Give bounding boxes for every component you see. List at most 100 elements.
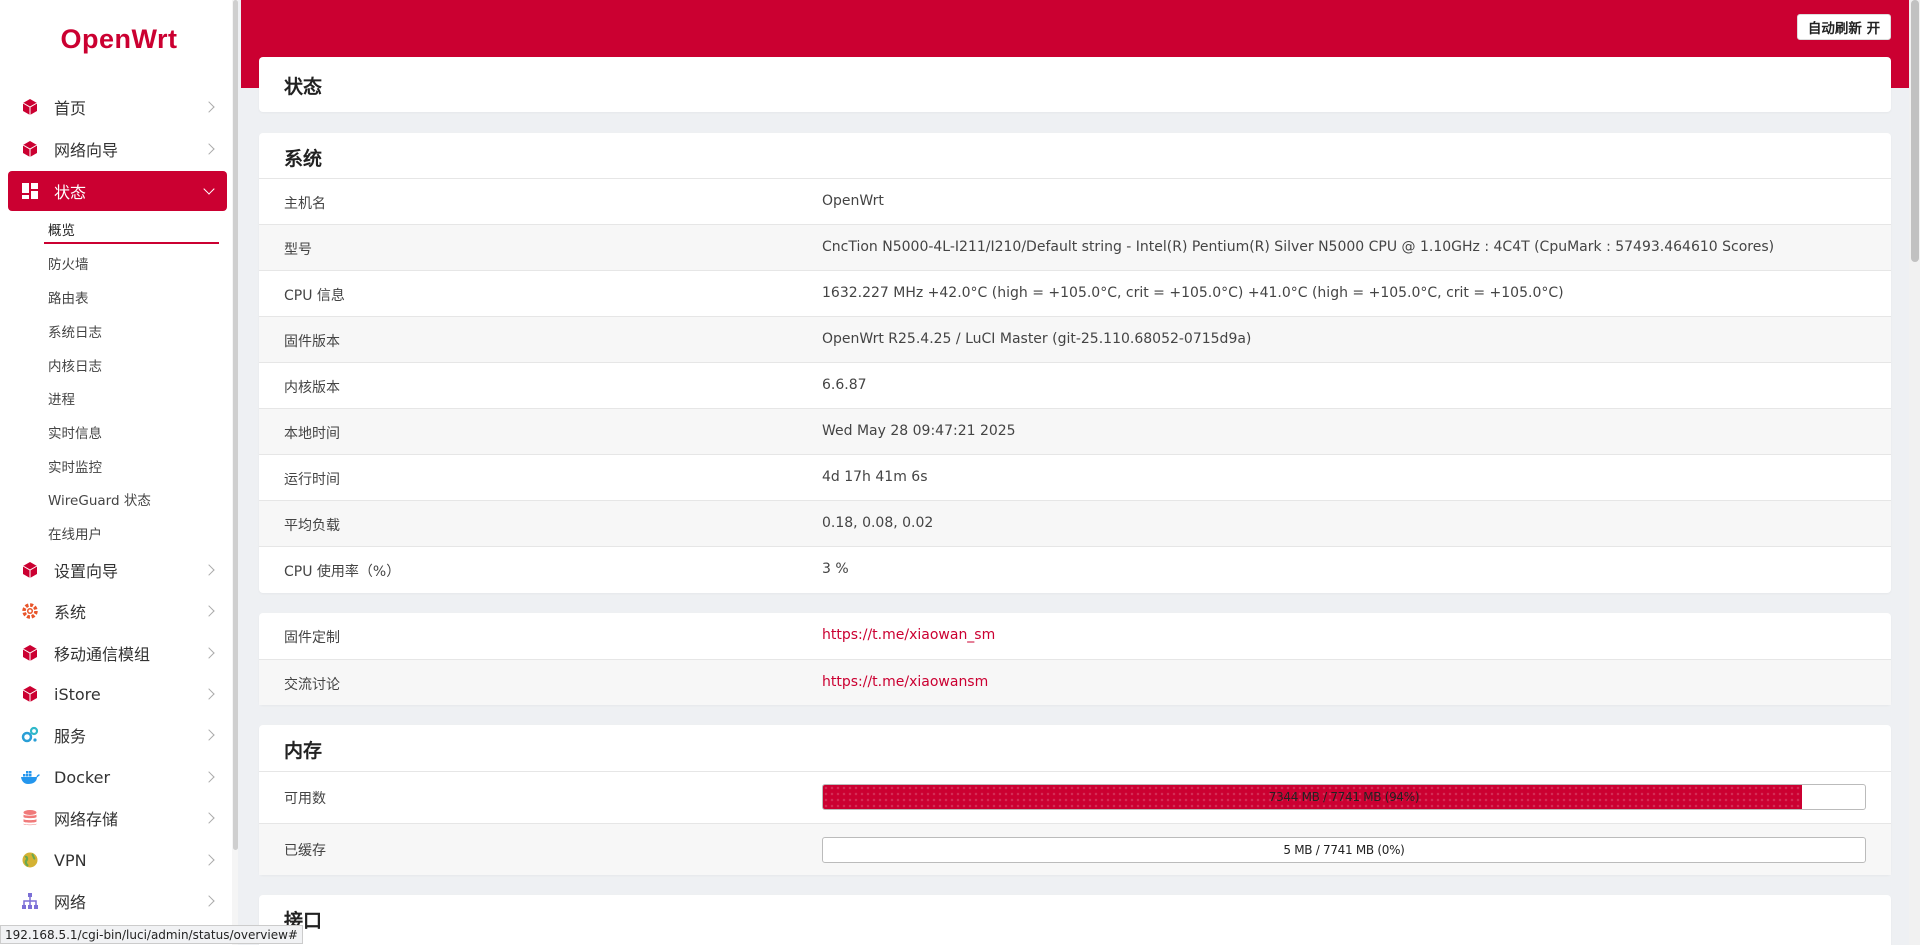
sidebar-subitem-overview[interactable]: 概览 [48,219,75,239]
row-key: 主机名 [284,196,326,212]
row-key: 本地时间 [284,426,340,442]
openwrt-logo[interactable]: OpenWrt [0,24,238,55]
sidebar-subitem-routes[interactable]: 路由表 [48,287,89,307]
row-key: CPU 使用率（%） [284,564,401,580]
sidebar-item-network-wizard[interactable]: 网络向导 [8,130,227,168]
chevron-right-icon [203,771,215,783]
memory-available-progress-bar: 7344 MB / 7741 MB (94%) [822,784,1866,810]
table-row: 平均负载 0.18, 0.08, 0.02 [259,500,1891,546]
table-row: 运行时间 4d 17h 41m 6s [259,454,1891,500]
sidebar-item-home[interactable]: 首页 [8,88,227,126]
sidebar-item-label: Docker [54,767,111,787]
row-value: 3 % [822,561,849,577]
row-key: 已缓存 [284,843,326,859]
browser-status-url: 192.168.5.1/cgi-bin/luci/admin/status/ov… [0,925,303,944]
progress-text: 7344 MB / 7741 MB (94%) [1268,790,1420,804]
memory-cached-progress-bar: 5 MB / 7741 MB (0%) [822,837,1866,863]
row-key: CPU 信息 [284,288,345,304]
sidebar-item-label: VPN [54,850,87,870]
table-row: 已缓存 5 MB / 7741 MB (0%) [259,823,1891,875]
sidebar-item-network[interactable]: 网络 [8,882,227,920]
services-icon [20,725,40,745]
sidebar-item-label: 设置向导 [54,562,119,581]
sidebar-subitem-kernel-log[interactable]: 内核日志 [48,355,102,375]
section-title-memory: 内存 [284,740,323,762]
sidebar-item-label: iStore [54,684,101,704]
row-value: 0.18, 0.08, 0.02 [822,515,934,531]
cube-icon [20,139,40,159]
row-key: 运行时间 [284,472,340,488]
row-value: 1632.227 MHz +42.0°C (high = +105.0°C, c… [822,285,1564,301]
docker-icon [20,767,40,787]
progress-text: 5 MB / 7741 MB (0%) [1283,843,1405,857]
table-row: CPU 使用率（%） 3 % [259,546,1891,593]
table-row: 固件定制 https://t.me/xiaowan_sm [259,613,1891,659]
chevron-down-icon [203,183,215,195]
network-icon [20,891,40,911]
cube-icon [20,684,40,704]
table-row: 主机名 OpenWrt [259,178,1891,224]
sidebar-item-system[interactable]: 系统 [8,592,227,630]
sidebar-subitem-wireguard[interactable]: WireGuard 状态 [48,489,151,509]
row-key: 可用数 [284,791,326,807]
row-key: 平均负载 [284,518,340,534]
sidebar-item-label: 移动通信模组 [54,645,151,664]
cube-icon [20,97,40,117]
row-value: CncTion N5000-4L-I211/I210/Default strin… [822,239,1775,255]
sidebar-item-vpn[interactable]: VPN [8,841,227,879]
row-key: 型号 [284,242,312,258]
chevron-right-icon [203,605,215,617]
table-row: 可用数 7344 MB / 7741 MB (94%) [259,771,1891,823]
sidebar-item-label: 服务 [54,727,87,746]
chevron-right-icon [203,729,215,741]
sidebar: OpenWrt 首页 网络向导 状态 概览 防火墙 路由表 系统日志 内核日志 … [0,0,238,945]
database-icon [20,808,40,828]
links-card: 固件定制 https://t.me/xiaowan_sm 交流讨论 https:… [259,613,1891,705]
sidebar-subitem-realtime-monitor[interactable]: 实时监控 [48,456,102,476]
row-key: 内核版本 [284,380,340,396]
table-row: 本地时间 Wed May 28 09:47:21 2025 [259,408,1891,454]
table-row: 型号 CncTion N5000-4L-I211/I210/Default st… [259,224,1891,270]
auto-refresh-toggle-button[interactable]: 自动刷新 开 [1797,14,1891,40]
row-value: Wed May 28 09:47:21 2025 [822,423,1016,439]
sidebar-item-status[interactable]: 状态 [8,171,227,211]
cube-icon [20,643,40,663]
sidebar-subitem-processes[interactable]: 进程 [48,388,75,408]
section-title-system: 系统 [284,148,323,170]
discussion-link[interactable]: https://t.me/xiaowansm [822,674,988,690]
chevron-right-icon [203,647,215,659]
cube-icon [20,560,40,580]
sidebar-subitem-realtime-info[interactable]: 实时信息 [48,422,102,442]
chevron-right-icon [203,854,215,866]
sidebar-item-label: 系统 [54,603,87,622]
table-row: 交流讨论 https://t.me/xiaowansm [259,659,1891,705]
chevron-right-icon [203,688,215,700]
row-value: OpenWrt [822,193,884,209]
sidebar-item-label: 状态 [54,183,87,202]
chevron-right-icon [203,812,215,824]
sidebar-subitem-online-users[interactable]: 在线用户 [48,523,102,543]
sidebar-item-services[interactable]: 服务 [8,716,227,754]
sidebar-item-nas[interactable]: 网络存储 [8,799,227,837]
sidebar-subitem-syslog[interactable]: 系统日志 [48,321,102,341]
active-subitem-underline [44,242,219,244]
sidebar-item-label: 网络 [54,893,87,912]
sidebar-item-setup-wizard[interactable]: 设置向导 [8,551,227,589]
sidebar-item-istore[interactable]: iStore [8,675,227,713]
sidebar-item-docker[interactable]: Docker [8,758,227,796]
chevron-right-icon [203,895,215,907]
page-title-card: 状态 [259,57,1891,112]
table-row: 固件版本 OpenWrt R25.4.25 / LuCI Master (git… [259,316,1891,362]
sidebar-item-label: 网络向导 [54,141,119,160]
sidebar-item-mobile-module[interactable]: 移动通信模组 [8,634,227,672]
row-value: 4d 17h 41m 6s [822,469,928,485]
system-info-card: 系统 主机名 OpenWrt 型号 CncTion N5000-4L-I211/… [259,133,1891,593]
page-scrollbar-thumb[interactable] [1911,0,1919,262]
firmware-custom-link[interactable]: https://t.me/xiaowan_sm [822,627,995,643]
row-value: 6.6.87 [822,377,867,393]
table-row: 内核版本 6.6.87 [259,362,1891,408]
sidebar-subitem-firewall[interactable]: 防火墙 [48,253,89,273]
gear-icon [20,601,40,621]
sidebar-scrollbar-thumb[interactable] [233,0,238,850]
interfaces-card: 接口 [259,895,1891,945]
